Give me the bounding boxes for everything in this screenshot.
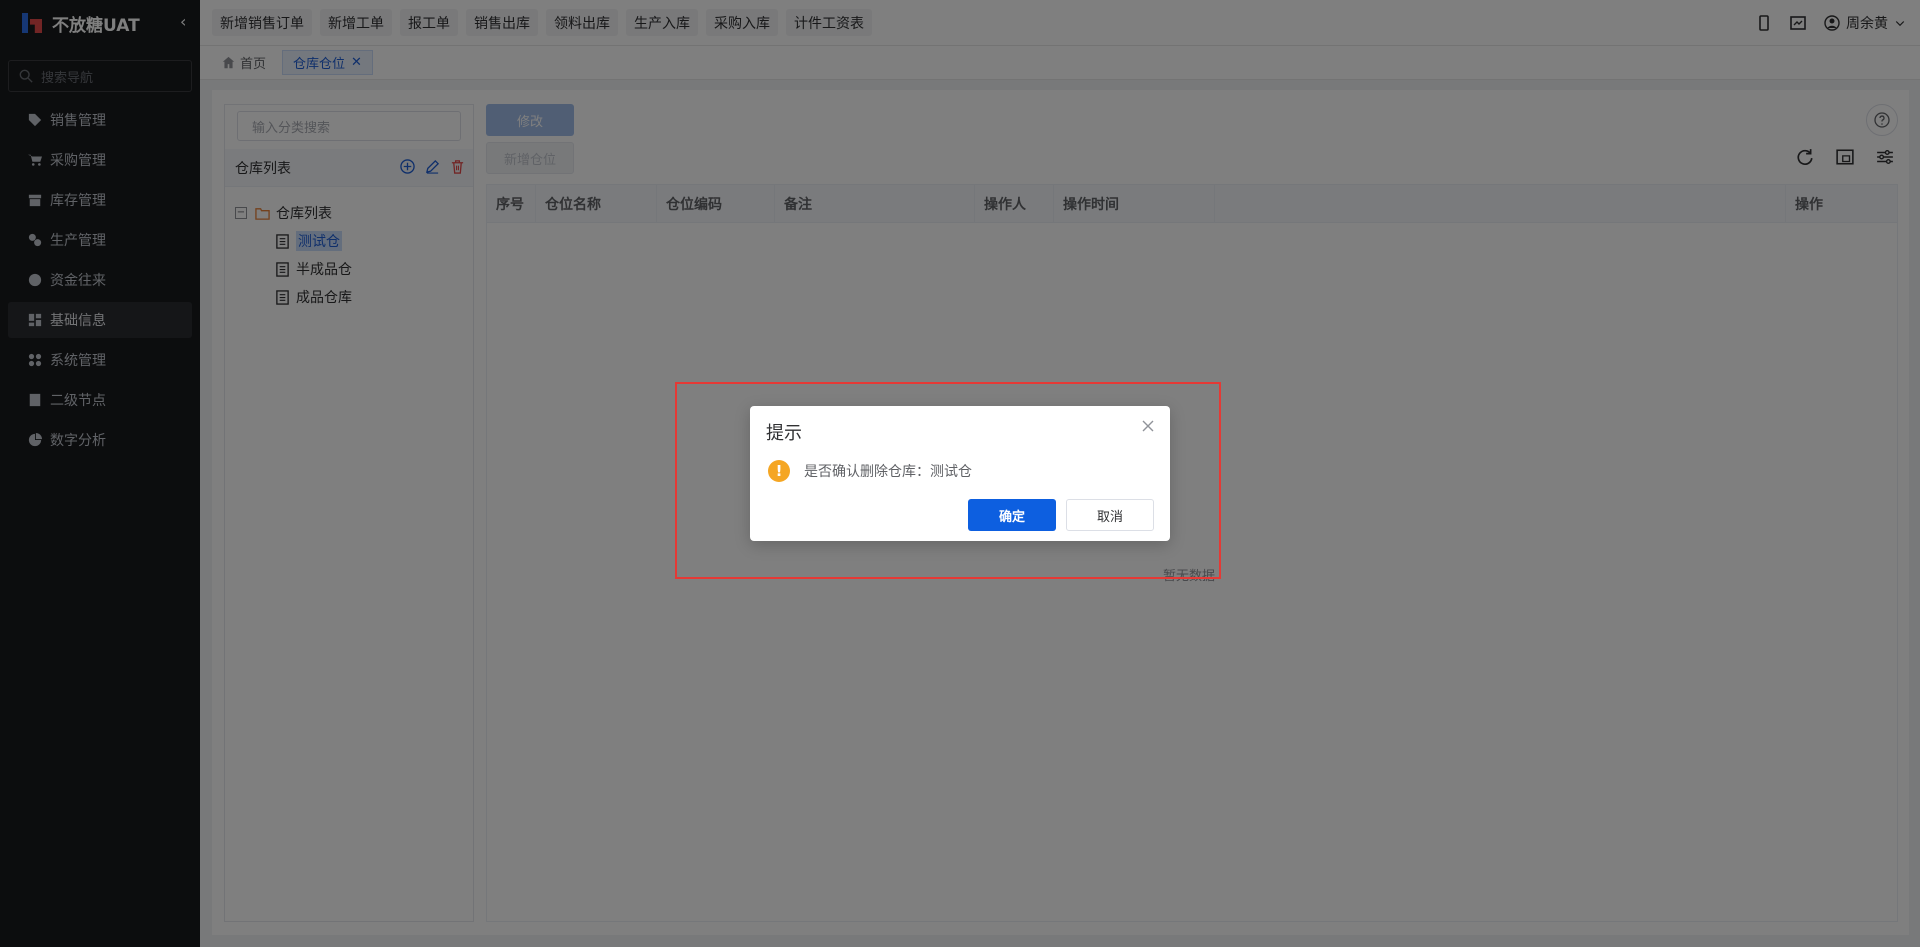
warning-icon: ! xyxy=(768,460,790,482)
cancel-button[interactable]: 取消 xyxy=(1066,499,1154,531)
close-icon[interactable] xyxy=(1140,418,1156,434)
confirm-dialog: 提示 ! 是否确认删除仓库：测试仓 确定 取消 xyxy=(750,406,1170,541)
confirm-button[interactable]: 确定 xyxy=(968,499,1056,531)
dialog-message: 是否确认删除仓库：测试仓 xyxy=(804,464,972,480)
dialog-title: 提示 xyxy=(766,423,802,444)
dialog-body: ! 是否确认删除仓库：测试仓 xyxy=(768,460,972,482)
